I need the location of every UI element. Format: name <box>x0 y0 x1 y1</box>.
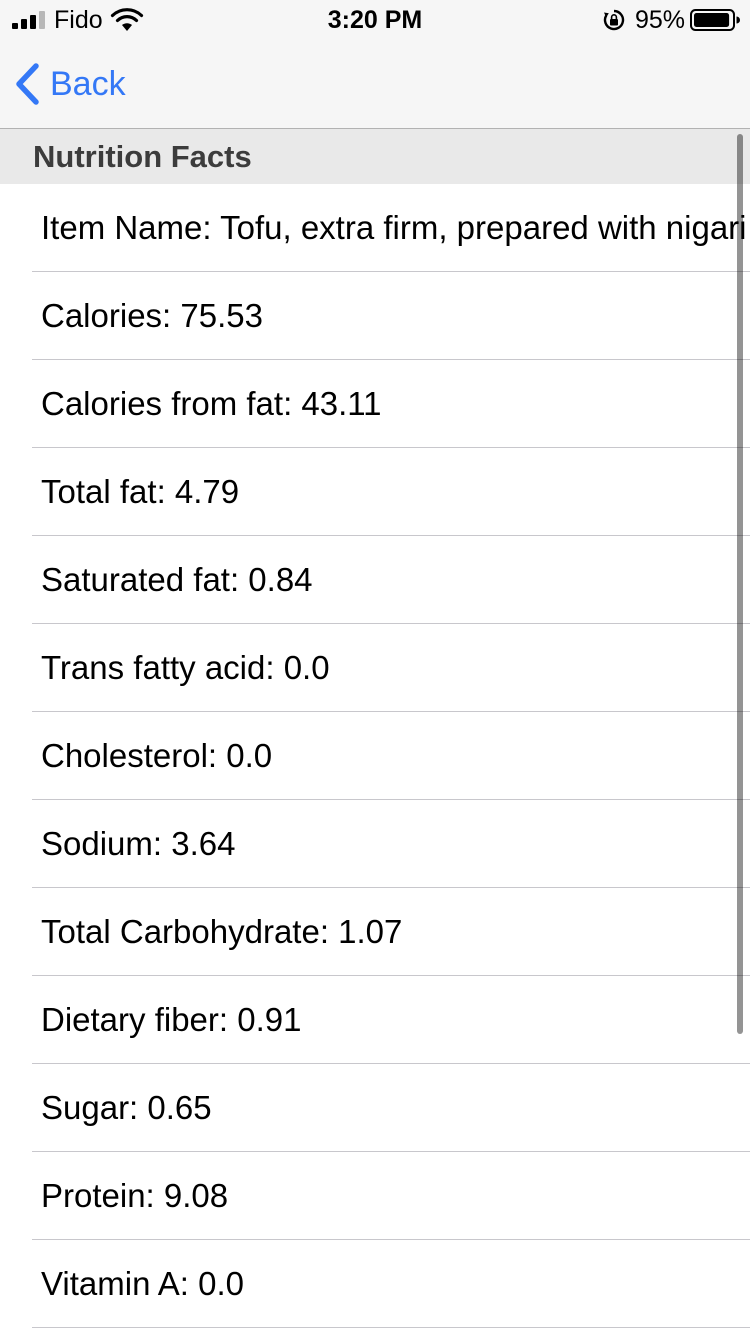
back-button[interactable]: Back <box>14 62 126 106</box>
battery-icon <box>690 9 740 31</box>
nutrition-list[interactable]: Item Name: Tofu, extra firm, prepared wi… <box>0 184 750 1328</box>
row-separator <box>32 1327 750 1328</box>
status-bar: Fido 3:20 PM 95% <box>0 0 750 40</box>
list-item-label: Protein: 9.08 <box>41 1177 229 1214</box>
battery-percentage: 95% <box>635 6 686 34</box>
list-item[interactable]: Protein: 9.08 <box>0 1152 750 1240</box>
list-item-label: Calories: 75.53 <box>41 297 263 334</box>
list-item[interactable]: Cholesterol: 0.0 <box>0 712 750 800</box>
nutrition-facts-screen: Fido 3:20 PM 95% Back Nutrition Facts It… <box>0 0 750 1334</box>
list-item-label: Sugar: 0.65 <box>41 1089 212 1126</box>
list-item-label: Dietary fiber: 0.91 <box>41 1001 302 1038</box>
list-item-label: Vitamin A: 0.0 <box>41 1265 245 1302</box>
back-button-label: Back <box>50 65 126 103</box>
orientation-lock-icon <box>603 9 625 31</box>
list-item[interactable]: Total fat: 4.79 <box>0 448 750 536</box>
list-item-label: Sodium: 3.64 <box>41 825 236 862</box>
list-item[interactable]: Item Name: Tofu, extra firm, prepared wi… <box>0 184 750 272</box>
list-item[interactable]: Vitamin A: 0.0 <box>0 1240 750 1328</box>
list-item[interactable]: Sodium: 3.64 <box>0 800 750 888</box>
section-header: Nutrition Facts <box>0 129 750 184</box>
navigation-bar: Back <box>0 40 750 129</box>
list-item-label: Saturated fat: 0.84 <box>41 561 313 598</box>
list-item-label: Item Name: Tofu, extra firm, prepared wi… <box>41 209 747 246</box>
list-item[interactable]: Calories: 75.53 <box>0 272 750 360</box>
list-item-label: Total Carbohydrate: 1.07 <box>41 913 403 950</box>
vertical-scrollbar[interactable] <box>737 134 743 1034</box>
list-item[interactable]: Sugar: 0.65 <box>0 1064 750 1152</box>
list-item-label: Cholesterol: 0.0 <box>41 737 273 774</box>
chevron-left-icon <box>16 63 39 105</box>
list-item[interactable]: Calories from fat: 43.11 <box>0 360 750 448</box>
list-item[interactable]: Total Carbohydrate: 1.07 <box>0 888 750 976</box>
list-item[interactable]: Saturated fat: 0.84 <box>0 536 750 624</box>
list-item[interactable]: Trans fatty acid: 0.0 <box>0 624 750 712</box>
section-title: Nutrition Facts <box>33 139 252 174</box>
list-item[interactable]: Dietary fiber: 0.91 <box>0 976 750 1064</box>
list-item-label: Trans fatty acid: 0.0 <box>41 649 330 686</box>
list-item-label: Total fat: 4.79 <box>41 473 240 510</box>
list-item-label: Calories from fat: 43.11 <box>41 385 382 422</box>
